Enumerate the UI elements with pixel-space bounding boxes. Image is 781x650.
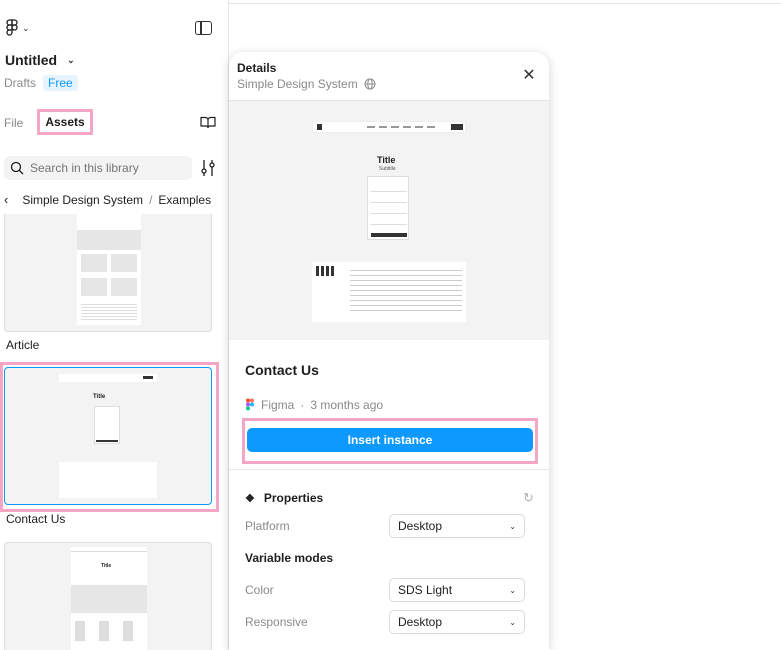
filter-adjust-icon[interactable]	[200, 159, 216, 177]
chevron-down-icon: ⌄	[509, 585, 516, 595]
component-preview: Title Subtitle	[229, 100, 549, 340]
chevron-down-icon: ⌄	[67, 54, 75, 65]
insert-highlight: Insert instance	[242, 418, 538, 464]
library-name-row: Simple Design System	[237, 77, 376, 91]
globe-icon	[364, 78, 376, 90]
search-input[interactable]	[30, 161, 180, 175]
asset-card-article[interactable]	[4, 214, 212, 332]
platform-select[interactable]: Desktop ⌄	[389, 514, 525, 538]
breadcrumb-folder: Examples	[158, 192, 212, 207]
preview-form	[367, 176, 409, 240]
variable-modes-heading: Variable modes	[245, 551, 334, 565]
toggle-sidebar-icon[interactable]	[195, 21, 212, 35]
responsive-value: Desktop	[398, 615, 443, 629]
plan-badge: Free	[43, 75, 78, 91]
component-name: Contact Us	[245, 362, 319, 378]
preview-title: Title	[377, 155, 396, 165]
preview-footer	[312, 262, 466, 322]
main-menu-button[interactable]: ⌄	[6, 19, 36, 37]
meta-separator: ·	[300, 398, 305, 412]
reset-icon[interactable]: ↻	[523, 490, 534, 506]
preview-subtitle: Subtitle	[379, 166, 396, 172]
chevron-down-icon: ⌄	[22, 22, 30, 33]
tab-assets[interactable]: Assets	[37, 109, 93, 135]
platform-label: Platform	[245, 519, 290, 533]
library-book-icon[interactable]	[200, 116, 216, 129]
breadcrumb-library[interactable]: Simple Design System	[22, 193, 143, 207]
asset-card-contact-us[interactable]: Title	[4, 367, 212, 505]
asset-card-example[interactable]: Title	[4, 542, 212, 650]
color-value: SDS Light	[398, 583, 453, 597]
properties-heading: ❖ Properties	[245, 491, 323, 505]
color-mode-select[interactable]: SDS Light ⌄	[389, 578, 525, 602]
divider	[229, 469, 549, 470]
breadcrumb: ‹ Simple Design System / Examples	[4, 192, 211, 207]
file-title-menu[interactable]: Untitled ⌄	[5, 52, 75, 68]
details-title: Details	[237, 61, 277, 75]
asset-card-label: Article	[6, 338, 40, 352]
back-chevron-icon[interactable]: ‹	[4, 192, 8, 207]
component-diamond-icon: ❖	[245, 492, 255, 505]
chevron-down-icon: ⌄	[509, 521, 516, 531]
details-panel: Details Simple Design System ✕ Title Sub…	[229, 52, 549, 650]
canvas-top-border	[229, 3, 781, 4]
responsive-mode-select[interactable]: Desktop ⌄	[389, 610, 525, 634]
thumb-title: Title	[93, 394, 106, 400]
responsive-label: Responsive	[245, 615, 308, 629]
component-meta: Figma · 3 months ago	[245, 398, 383, 412]
figma-logo-icon	[6, 19, 18, 36]
left-sidebar: ⌄ Untitled ⌄ Drafts Free File Assets ‹ S…	[0, 0, 229, 650]
figma-logo-icon	[246, 398, 254, 411]
tab-file[interactable]: File	[4, 116, 23, 130]
author-name: Figma	[261, 398, 295, 412]
breadcrumb-separator: /	[149, 192, 153, 207]
library-name[interactable]: Simple Design System	[237, 77, 358, 91]
color-label: Color	[245, 583, 274, 597]
asset-card-label: Contact Us	[6, 512, 66, 526]
thumb-title: Title	[101, 563, 112, 569]
preview-header	[312, 121, 466, 133]
properties-label: Properties	[263, 491, 324, 505]
chevron-down-icon: ⌄	[509, 617, 516, 627]
file-title: Untitled	[5, 52, 58, 68]
insert-instance-button[interactable]: Insert instance	[247, 428, 533, 452]
updated-time: 3 months ago	[310, 398, 384, 412]
drafts-label[interactable]: Drafts	[4, 76, 36, 90]
article-thumbnail	[77, 214, 141, 325]
search-icon	[10, 161, 24, 175]
asset-search[interactable]	[4, 156, 192, 180]
platform-value: Desktop	[398, 519, 443, 533]
example-thumbnail: Title	[71, 547, 147, 650]
contact-thumbnail: Title	[59, 374, 157, 500]
project-location: Drafts Free	[4, 75, 78, 91]
close-icon[interactable]: ✕	[521, 68, 537, 84]
